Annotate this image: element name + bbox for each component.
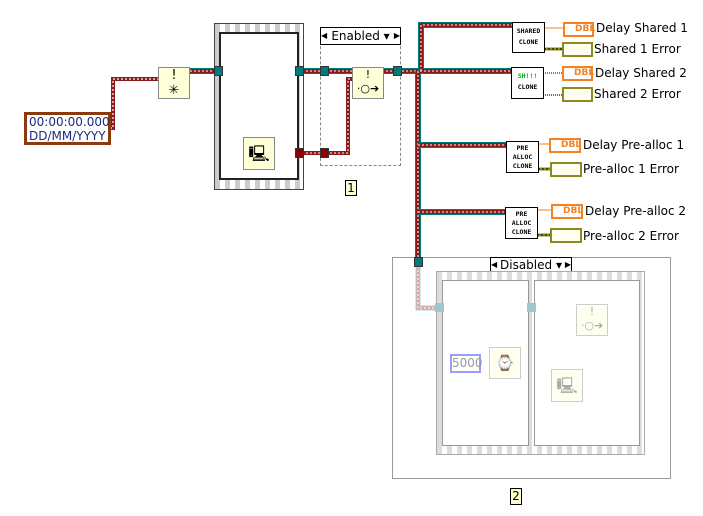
tunnel: [320, 66, 329, 76]
tunnel: [393, 66, 402, 76]
dbl-indicator[interactable]: DBL: [562, 66, 594, 81]
tunnel: [214, 66, 223, 76]
merge-errors-icon[interactable]: ! ·○➔: [352, 67, 384, 99]
indicator-label: Shared 1 Error: [594, 42, 681, 56]
indicator-label: Pre-alloc 1 Error: [583, 162, 679, 176]
indicator-label: Pre-alloc 2 Error: [583, 229, 679, 243]
tunnel: [295, 148, 304, 158]
wait-constant[interactable]: 5000: [450, 354, 483, 373]
timestamp-wire: [110, 77, 158, 130]
indicator-label: Delay Pre-alloc 2: [585, 204, 687, 218]
tick-count-icon[interactable]: 🖳: [551, 369, 583, 402]
shared-clone-subvi-1[interactable]: SHARED CLONE: [512, 22, 545, 53]
dbl-indicator[interactable]: DBL: [551, 204, 583, 219]
disabled-label: Disabled: [500, 258, 553, 272]
timestamp-date: DD/MM/YYYY: [29, 129, 106, 143]
tunnel: [320, 148, 329, 158]
prealloc-clone-subvi-1[interactable]: PRE ALLOC CLONE: [506, 141, 539, 173]
block-diagram: 00:00:00.000 DD/MM/YYYY ! ✳ 🖳 ◀ Enabled ▾ ▶…: [0, 0, 703, 516]
merge-errors-icon[interactable]: ! ·○➔: [576, 304, 608, 336]
error-indicator[interactable]: [562, 42, 593, 57]
indicator-label: Delay Shared 1: [596, 21, 688, 35]
clear-errors-icon[interactable]: ! ✳: [158, 67, 190, 99]
dbl-indicator[interactable]: DBL: [549, 138, 581, 153]
error-indicator[interactable]: [550, 228, 582, 243]
error-indicator[interactable]: [550, 162, 582, 177]
timestamp-time: 00:00:00.000: [29, 115, 110, 129]
error-indicator[interactable]: [562, 87, 593, 102]
dbl-indicator[interactable]: DBL: [563, 22, 595, 37]
tunnel: [527, 303, 536, 312]
indicator-label: Delay Shared 2: [595, 66, 687, 80]
enabled-case-selector[interactable]: ◀ Enabled ▾ ▶: [320, 27, 401, 45]
label-1: 1: [345, 180, 357, 196]
indicator-label: Delay Pre-alloc 1: [583, 138, 685, 152]
timestamp-constant[interactable]: 00:00:00.000 DD/MM/YYYY: [24, 112, 111, 145]
indicator-label: Shared 2 Error: [594, 87, 681, 101]
tick-count-icon[interactable]: 🖳: [243, 137, 275, 170]
diagram-disable-structure-enabled: [320, 36, 401, 166]
prealloc-clone-subvi-2[interactable]: PRE ALLOC CLONE: [505, 207, 538, 239]
tunnel: [435, 303, 444, 312]
tunnel: [295, 66, 304, 76]
label-2: 2: [510, 488, 522, 505]
shared-clone-subvi-2[interactable]: SH!!! CLONE: [511, 67, 544, 99]
enabled-label: Enabled: [331, 29, 380, 43]
wait-ms-icon[interactable]: ⌚: [489, 347, 521, 379]
tunnel: [414, 257, 423, 267]
